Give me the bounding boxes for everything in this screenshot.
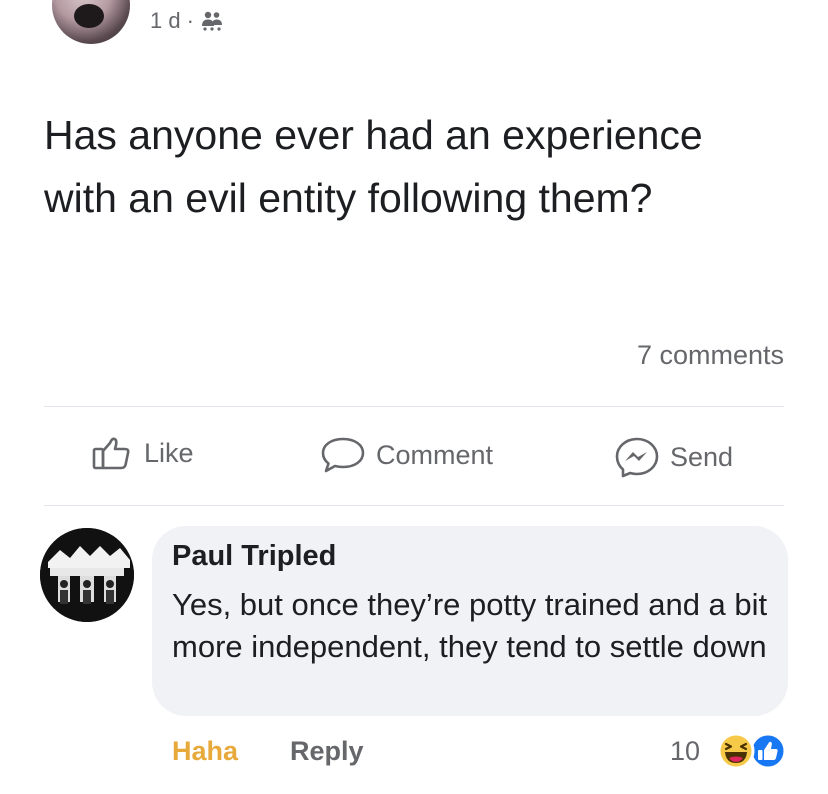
post-text: Has anyone ever had an experience with a…	[44, 112, 703, 221]
poster-avatar[interactable]	[52, 0, 130, 44]
reply-button[interactable]: Reply	[290, 736, 364, 767]
comments-count[interactable]: 7 comments	[637, 340, 784, 371]
send-button[interactable]: Send	[614, 436, 733, 478]
post-meta: 1 d ·	[150, 8, 224, 34]
comment-button[interactable]: Comment	[320, 436, 493, 474]
like-icon	[749, 732, 787, 770]
group-icon	[200, 10, 224, 32]
commenter-avatar[interactable]	[40, 528, 134, 622]
comment-author[interactable]: Paul Tripled	[172, 540, 336, 573]
haha-icon	[717, 732, 755, 770]
haha-reaction-button[interactable]: Haha	[172, 736, 238, 767]
send-label: Send	[670, 441, 734, 472]
speech-bubble-icon	[320, 436, 366, 474]
messenger-icon	[614, 436, 660, 478]
comment-label: Comment	[376, 439, 494, 470]
reaction-count[interactable]: 10	[670, 736, 700, 767]
reaction-icons[interactable]	[712, 732, 788, 770]
thumbs-up-icon	[92, 436, 134, 470]
comment-text: Yes, but once they’re potty trained and …	[172, 587, 768, 664]
like-button[interactable]: Like	[92, 436, 194, 470]
divider	[44, 505, 784, 506]
divider	[44, 406, 784, 407]
like-label: Like	[144, 437, 194, 468]
meta-separator: ·	[186, 8, 194, 33]
post-time[interactable]: 1 d	[150, 8, 181, 34]
